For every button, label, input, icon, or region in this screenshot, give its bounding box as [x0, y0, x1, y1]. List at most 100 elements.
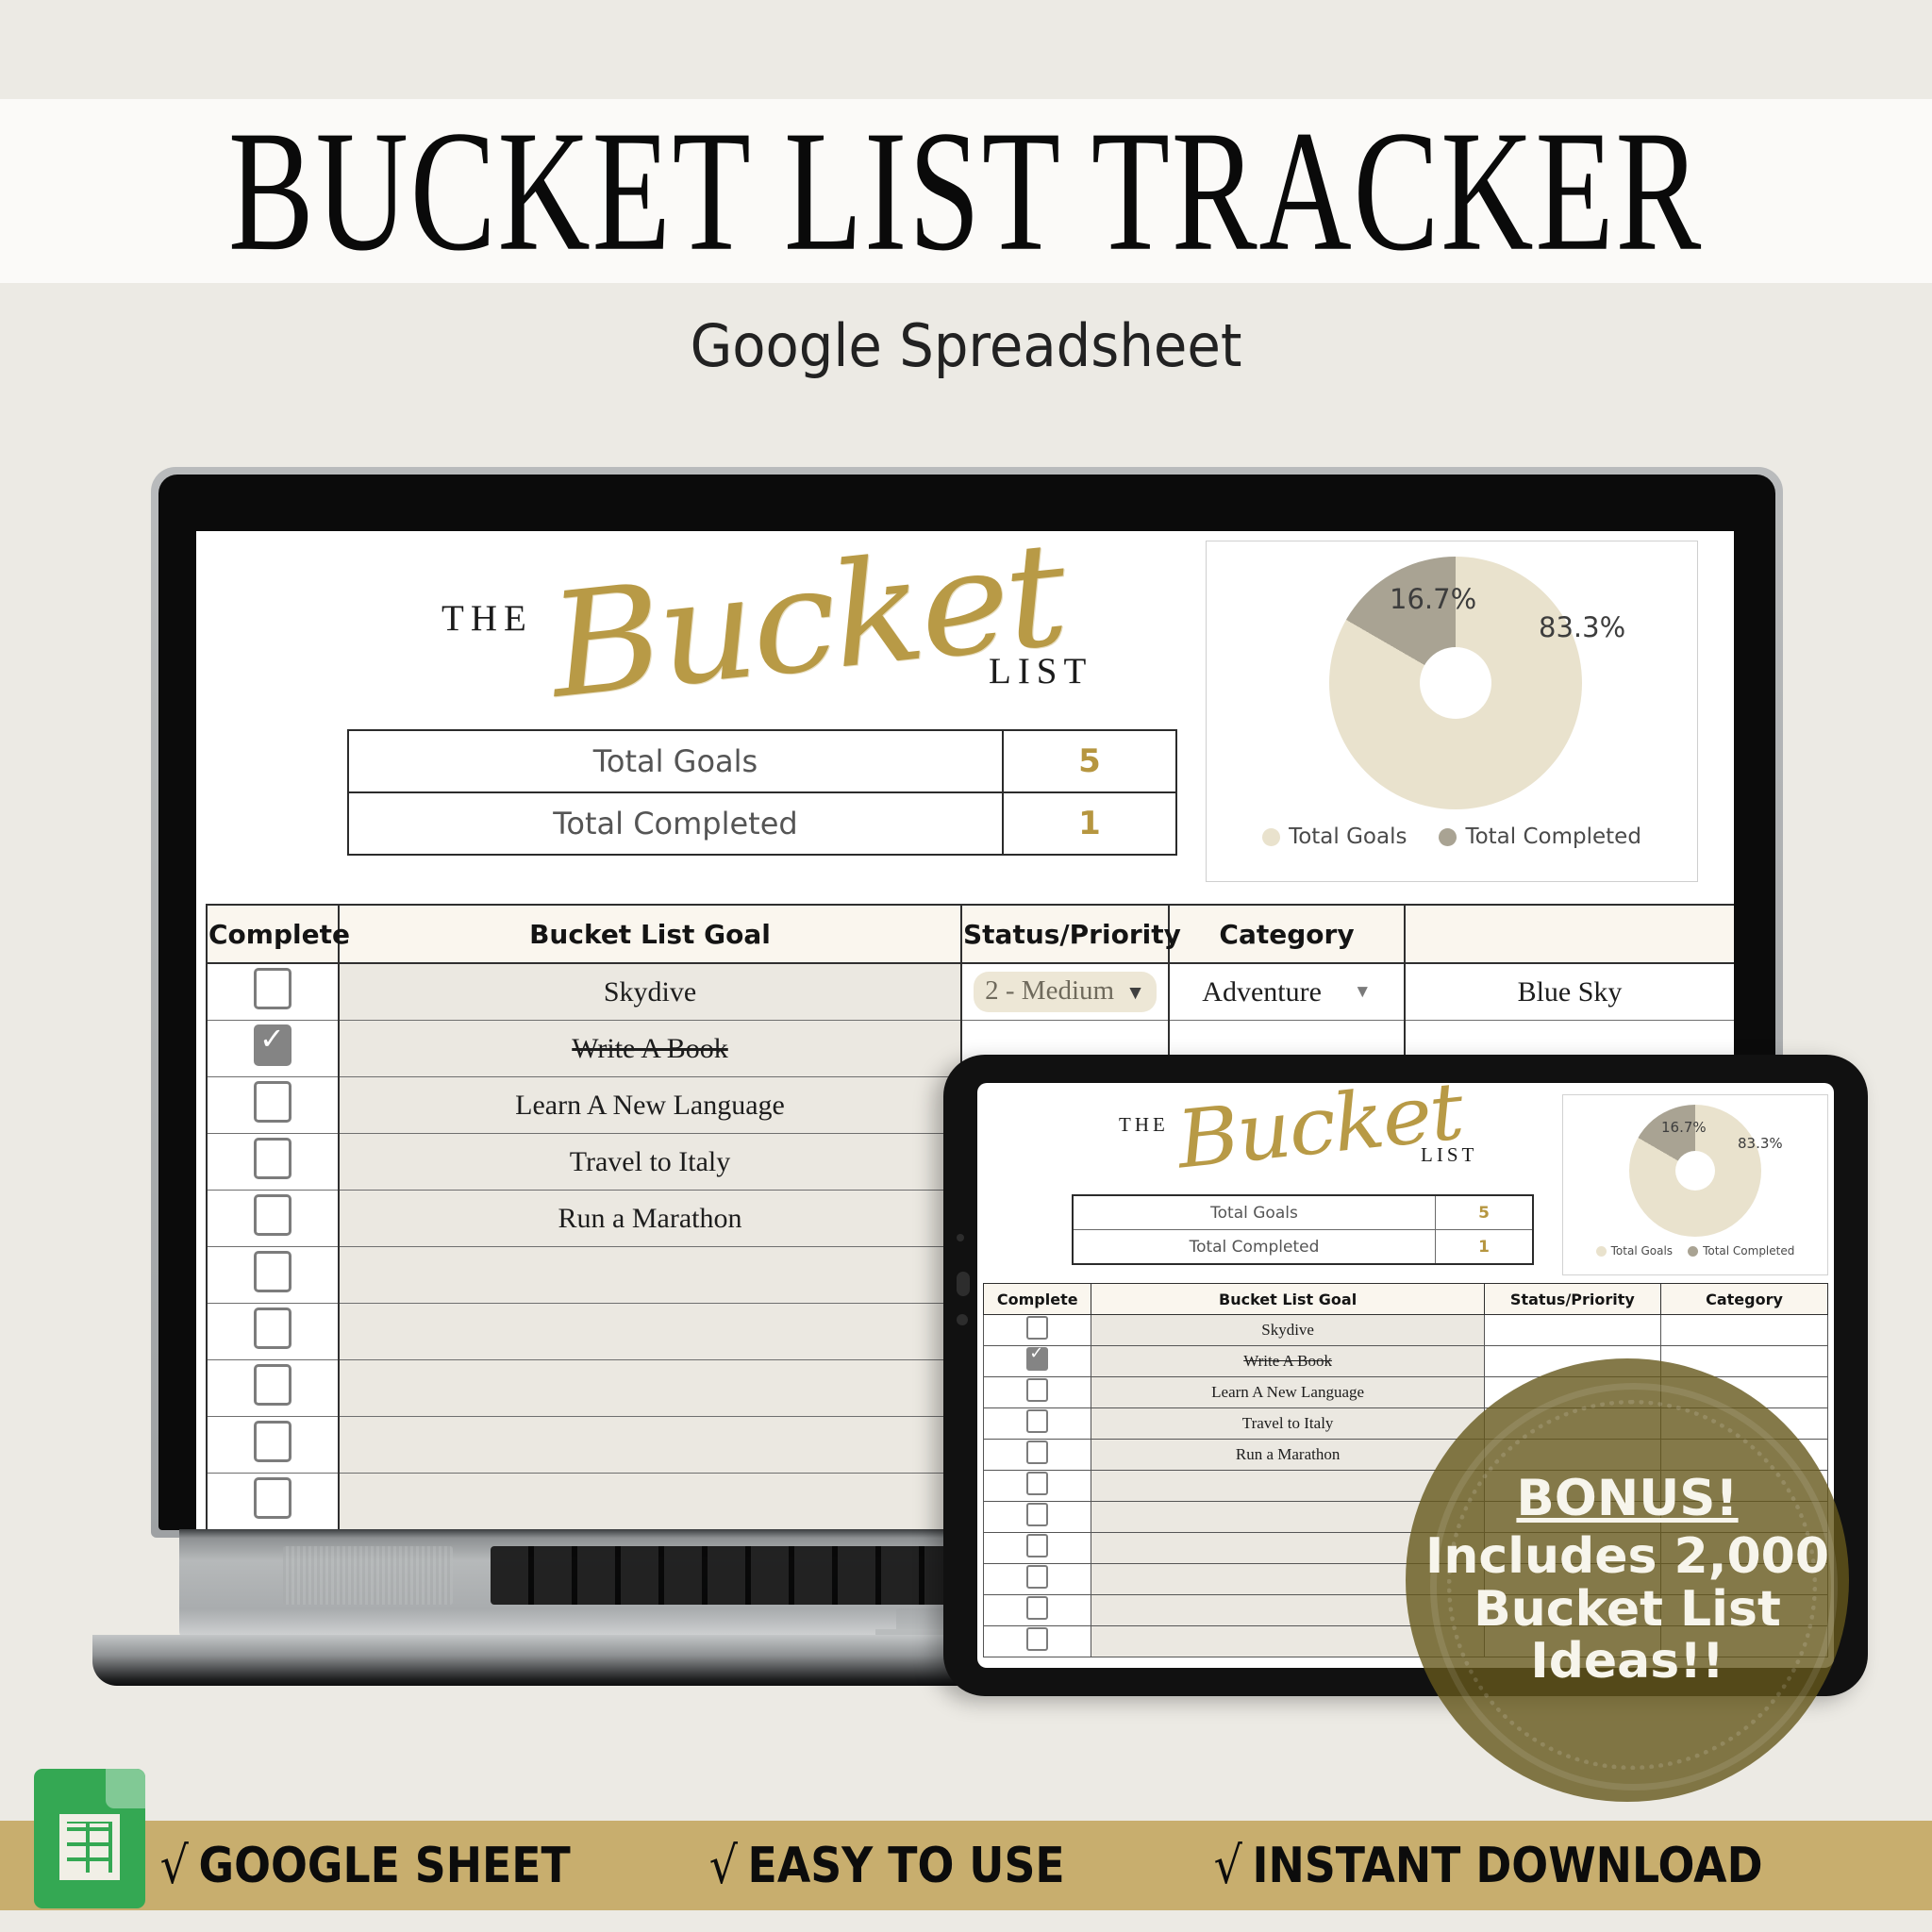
- row-checkbox-cell[interactable]: [206, 1133, 340, 1191]
- feature-label-google-sheet: GOOGLE SHEET: [198, 1837, 571, 1894]
- row-goal-cell[interactable]: Skydive: [338, 962, 962, 1021]
- tablet-row-status-cell[interactable]: [1483, 1314, 1662, 1346]
- row-extra-cell[interactable]: Blue Sky: [1404, 962, 1734, 1021]
- row-checkbox-cell[interactable]: [206, 1359, 340, 1417]
- row-goal-cell[interactable]: Write A Book: [338, 1020, 962, 1077]
- tablet-donut-label-total-completed: 16.7%: [1661, 1119, 1707, 1136]
- checkbox-unchecked-icon[interactable]: [254, 1476, 291, 1519]
- row-goal-cell[interactable]: [338, 1416, 962, 1474]
- tablet-legend-swatch-total-completed: [1688, 1245, 1699, 1257]
- laptop-speaker-grille: [283, 1546, 453, 1605]
- row-goal-cell[interactable]: Run a Marathon: [338, 1190, 962, 1247]
- tablet-legend-item-total-goals: Total Goals: [1595, 1244, 1673, 1257]
- tablet-row-checkbox-cell[interactable]: [982, 1314, 1092, 1346]
- tablet-summary-value-total-goals: 5: [1435, 1194, 1534, 1230]
- status-dropdown[interactable]: 2 - Medium ▼: [974, 972, 1157, 1012]
- checkbox-unchecked-icon[interactable]: [254, 1080, 291, 1123]
- row-checkbox-cell[interactable]: [206, 962, 340, 1021]
- tablet-row-checkbox-cell[interactable]: [982, 1470, 1092, 1502]
- bonus-badge: BONUS! Includes 2,000 Bucket List Ideas!…: [1406, 1358, 1849, 1802]
- feature-easy-to-use: √ EASY TO USE: [709, 1836, 1065, 1895]
- check-icon: √: [709, 1836, 739, 1895]
- checkbox-unchecked-icon[interactable]: [254, 967, 291, 1009]
- tablet-legend-swatch-total-goals: [1595, 1245, 1607, 1257]
- tablet-legend-label-total-completed: Total Completed: [1703, 1244, 1795, 1257]
- check-icon: √: [159, 1836, 189, 1895]
- tablet-volume-button[interactable]: [957, 1272, 970, 1296]
- chevron-down-icon: ▼: [1353, 981, 1372, 1002]
- badge-line-1: BONUS!: [1516, 1470, 1739, 1528]
- row-goal-cell[interactable]: [338, 1246, 962, 1304]
- checkbox-unchecked-icon[interactable]: [1026, 1627, 1049, 1651]
- checkbox-unchecked-icon[interactable]: [254, 1250, 291, 1292]
- row-goal-cell[interactable]: [338, 1359, 962, 1417]
- summary-row-total-goals: Total Goals 5: [347, 729, 1177, 793]
- tablet-row-goal-cell[interactable]: Run a Marathon: [1091, 1439, 1485, 1471]
- legend-item-total-goals: Total Goals: [1262, 824, 1407, 849]
- logo-the-text: THE: [441, 598, 533, 639]
- row-goal-cell[interactable]: [338, 1473, 962, 1530]
- checkbox-checked-icon[interactable]: [254, 1021, 291, 1066]
- tablet-row-goal-cell[interactable]: Learn A New Language: [1091, 1376, 1485, 1408]
- row-category-cell[interactable]: Adventure ▼: [1168, 962, 1406, 1021]
- checkbox-unchecked-icon[interactable]: [254, 1420, 291, 1462]
- row-checkbox-cell[interactable]: [206, 1473, 340, 1530]
- row-checkbox-cell[interactable]: [206, 1190, 340, 1247]
- row-goal-cell[interactable]: [338, 1303, 962, 1360]
- row-checkbox-cell[interactable]: [206, 1416, 340, 1474]
- row-checkbox-cell[interactable]: [206, 1246, 340, 1304]
- tablet-table-row: Skydive: [982, 1314, 1828, 1346]
- checkbox-unchecked-icon[interactable]: [1026, 1472, 1049, 1495]
- row-goal-cell[interactable]: Travel to Italy: [338, 1133, 962, 1191]
- checkbox-unchecked-icon[interactable]: [254, 1363, 291, 1406]
- tablet-donut-chart: 83.3% 16.7% Total Goals Total Completed: [1562, 1094, 1828, 1275]
- row-status-cell[interactable]: 2 - Medium ▼: [960, 962, 1170, 1021]
- tablet-row-checkbox-cell[interactable]: [982, 1376, 1092, 1408]
- badge-line-4: Ideas!!: [1530, 1632, 1724, 1690]
- header-extra: [1404, 904, 1734, 964]
- tablet-row-checkbox-cell[interactable]: [982, 1501, 1092, 1533]
- checkbox-unchecked-icon[interactable]: [1026, 1565, 1049, 1589]
- tablet-row-checkbox-cell[interactable]: [982, 1563, 1092, 1595]
- checkbox-unchecked-icon[interactable]: [254, 1193, 291, 1236]
- feature-google-sheet: √ GOOGLE SHEET: [160, 1836, 571, 1895]
- row-goal-cell[interactable]: Learn A New Language: [338, 1076, 962, 1134]
- donut-label-total-completed: 16.7%: [1390, 583, 1477, 615]
- tablet-row-checkbox-cell[interactable]: [982, 1343, 1092, 1377]
- feature-label-easy-to-use: EASY TO USE: [747, 1837, 1066, 1894]
- footer-feature-bar: √ GOOGLE SHEET √ EASY TO USE √ INSTANT D…: [0, 1821, 1932, 1910]
- checkbox-checked-icon[interactable]: [1026, 1343, 1049, 1371]
- checkbox-unchecked-icon[interactable]: [254, 1137, 291, 1179]
- tablet-row-goal-cell[interactable]: Skydive: [1091, 1314, 1485, 1346]
- badge-line-2: Includes 2,000: [1424, 1528, 1830, 1586]
- row-checkbox-cell[interactable]: [206, 1020, 340, 1077]
- page-title: BUCKET LIST TRACKER: [228, 94, 1704, 288]
- tablet-row-checkbox-cell[interactable]: [982, 1439, 1092, 1471]
- tablet-row-goal-cell[interactable]: Write A Book: [1091, 1345, 1485, 1377]
- tablet-row-checkbox-cell[interactable]: [982, 1625, 1092, 1657]
- tablet-row-category-cell[interactable]: [1660, 1314, 1828, 1346]
- checkbox-unchecked-icon[interactable]: [1026, 1503, 1049, 1526]
- checkbox-unchecked-icon[interactable]: [1026, 1378, 1049, 1402]
- tablet-row-goal-cell[interactable]: Travel to Italy: [1091, 1407, 1485, 1440]
- check-icon: √: [1213, 1836, 1242, 1895]
- status-value: 2 - Medium: [985, 975, 1115, 1006]
- summary-label-total-completed: Total Completed: [347, 791, 1004, 856]
- tablet-camera-dot: [957, 1234, 964, 1241]
- tablet-row-checkbox-cell[interactable]: [982, 1532, 1092, 1564]
- tablet-row-checkbox-cell[interactable]: [982, 1594, 1092, 1626]
- checkbox-unchecked-icon[interactable]: [254, 1307, 291, 1349]
- category-value: Adventure: [1202, 975, 1322, 1008]
- checkbox-unchecked-icon[interactable]: [1026, 1596, 1049, 1620]
- tablet-header-complete: Complete: [982, 1283, 1092, 1315]
- row-checkbox-cell[interactable]: [206, 1076, 340, 1134]
- row-checkbox-cell[interactable]: [206, 1303, 340, 1360]
- legend-swatch-total-completed: [1439, 827, 1457, 846]
- tablet-header-status-priority: Status/Priority: [1483, 1283, 1662, 1315]
- checkbox-unchecked-icon[interactable]: [1026, 1409, 1049, 1433]
- checkbox-unchecked-icon[interactable]: [1026, 1441, 1049, 1464]
- checkbox-unchecked-icon[interactable]: [1026, 1316, 1049, 1340]
- tablet-row-checkbox-cell[interactable]: [982, 1407, 1092, 1440]
- tablet-summary-label-total-goals: Total Goals: [1072, 1194, 1436, 1230]
- checkbox-unchecked-icon[interactable]: [1026, 1534, 1049, 1557]
